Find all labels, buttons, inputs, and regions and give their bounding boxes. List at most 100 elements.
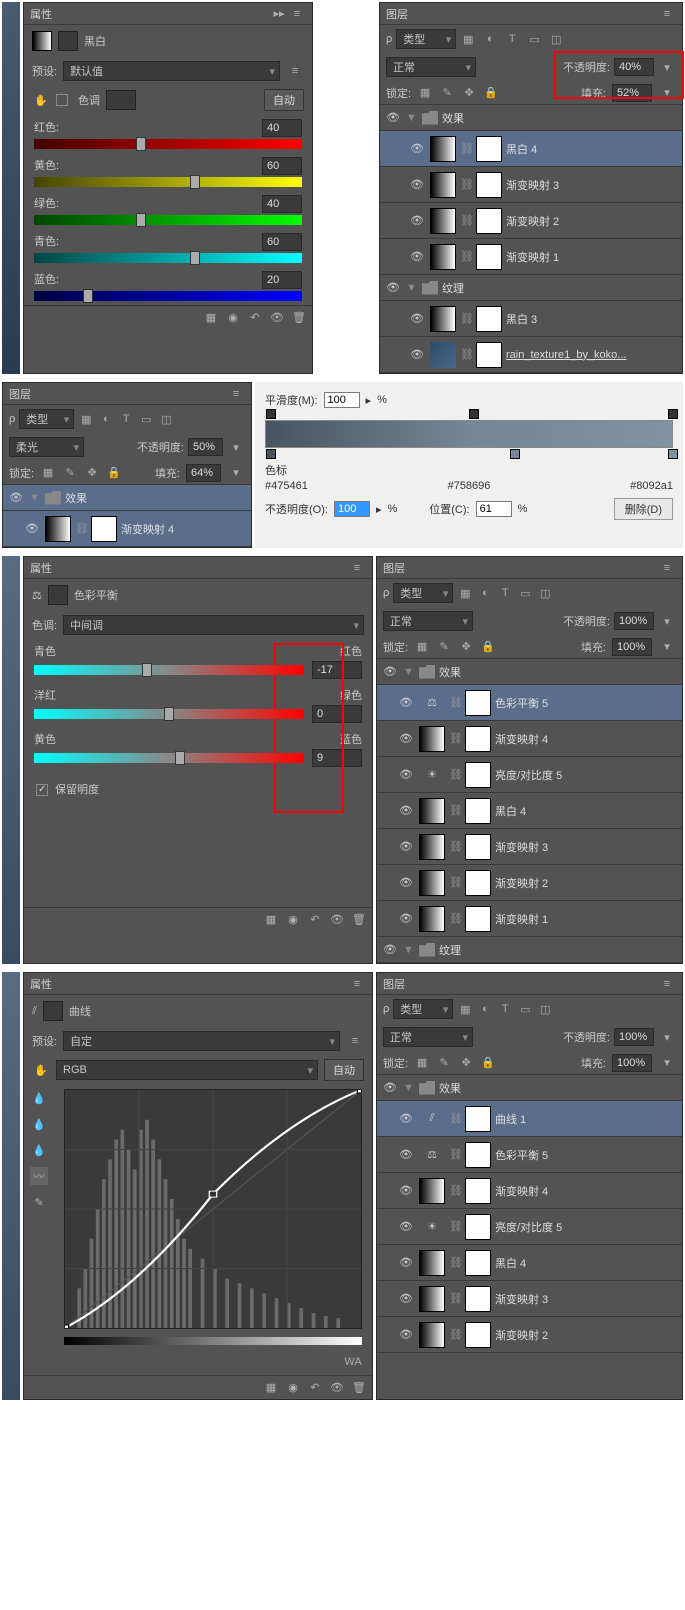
trash-icon[interactable]: 🗑: [290, 309, 308, 327]
layer-name[interactable]: 渐变映射 4: [495, 1183, 678, 1199]
color-stop[interactable]: [668, 449, 678, 459]
color-slider[interactable]: [34, 177, 302, 187]
link-icon[interactable]: ⛓: [449, 1112, 461, 1125]
group-name[interactable]: 效果: [65, 490, 247, 506]
mask-thumb[interactable]: [465, 762, 491, 788]
arrow-icon[interactable]: ▾: [227, 438, 245, 456]
visibility-icon[interactable]: 👁: [381, 943, 399, 956]
expand-icon[interactable]: ▼: [29, 492, 41, 504]
adj-thumb[interactable]: [419, 870, 445, 896]
link-icon[interactable]: ⛓: [449, 1220, 461, 1233]
blend-mode-dropdown[interactable]: 正常: [386, 57, 476, 77]
layer-name[interactable]: rain_texture1_by_koko...: [506, 349, 678, 361]
layer-name[interactable]: 渐变映射 1: [506, 249, 678, 265]
adj-thumb[interactable]: [419, 798, 445, 824]
visibility-icon[interactable]: 👁: [408, 250, 426, 263]
layer-name[interactable]: 渐变映射 4: [495, 731, 678, 747]
shape-filter-icon[interactable]: ▭: [517, 1001, 533, 1017]
mask-thumb[interactable]: [465, 1142, 491, 1168]
layer-name[interactable]: 渐变映射 2: [495, 1327, 678, 1343]
adj-thumb[interactable]: [419, 726, 445, 752]
auto-button[interactable]: 自动: [264, 89, 304, 111]
fill-input[interactable]: [612, 1054, 652, 1072]
blend-mode-dropdown[interactable]: 柔光: [9, 437, 84, 457]
eye-icon[interactable]: 👁: [328, 1379, 346, 1397]
tint-checkbox[interactable]: [56, 94, 68, 106]
clip-icon[interactable]: ▦: [202, 309, 220, 327]
visibility-icon[interactable]: 👁: [408, 348, 426, 361]
filter-type-dropdown[interactable]: 类型: [396, 29, 456, 49]
mask-thumb[interactable]: [465, 1322, 491, 1348]
link-icon[interactable]: ⛓: [460, 178, 472, 191]
balance-slider[interactable]: [34, 665, 304, 675]
slider-value-input[interactable]: [262, 119, 302, 137]
expand-icon[interactable]: ▼: [403, 944, 415, 956]
link-icon[interactable]: ⛓: [449, 732, 461, 745]
mask-thumb[interactable]: [465, 1214, 491, 1240]
group-name[interactable]: 效果: [439, 664, 678, 680]
adj-filter-icon[interactable]: ◐: [477, 1001, 493, 1017]
expand-icon[interactable]: ▼: [406, 112, 418, 124]
mask-thumb[interactable]: [465, 1286, 491, 1312]
lock-paint-icon[interactable]: ✎: [436, 639, 452, 655]
link-icon[interactable]: ⛓: [449, 1292, 461, 1305]
lock-all-icon[interactable]: 🔒: [483, 85, 499, 101]
link-icon[interactable]: ⛓: [449, 696, 461, 709]
slider-handle[interactable]: [142, 663, 152, 677]
eye-icon[interactable]: 👁: [328, 911, 346, 929]
mask-thumb[interactable]: [465, 834, 491, 860]
image-thumb[interactable]: [430, 342, 456, 368]
adj-thumb[interactable]: [430, 306, 456, 332]
slider-handle[interactable]: [136, 213, 146, 227]
menu-icon[interactable]: ≡: [658, 975, 676, 993]
pixel-filter-icon[interactable]: ▦: [457, 585, 473, 601]
curve-graph[interactable]: [64, 1089, 362, 1329]
view-icon[interactable]: ◉: [284, 911, 302, 929]
link-icon[interactable]: ⛓: [75, 522, 87, 535]
visibility-icon[interactable]: 👁: [408, 312, 426, 325]
lock-all-icon[interactable]: 🔒: [106, 465, 122, 481]
trash-icon[interactable]: 🗑: [350, 911, 368, 929]
preset-menu-icon[interactable]: ≡: [286, 62, 304, 80]
curve-tool-icon[interactable]: 〰: [30, 1167, 48, 1185]
mask-thumb[interactable]: [476, 172, 502, 198]
visibility-icon[interactable]: 👁: [381, 665, 399, 678]
layer-name[interactable]: 亮度/对比度 5: [495, 767, 678, 783]
type-filter-icon[interactable]: T: [497, 585, 513, 601]
link-icon[interactable]: ⛓: [460, 312, 472, 325]
lock-paint-icon[interactable]: ✎: [439, 85, 455, 101]
visibility-icon[interactable]: 👁: [397, 1220, 415, 1233]
layer-name[interactable]: 黑白 4: [495, 1255, 678, 1271]
menu-icon[interactable]: ≡: [288, 5, 306, 23]
visibility-icon[interactable]: 👁: [397, 1148, 415, 1161]
blend-mode-dropdown[interactable]: 正常: [383, 611, 473, 631]
adj-thumb[interactable]: [430, 208, 456, 234]
visibility-icon[interactable]: 👁: [397, 1256, 415, 1269]
layer-name[interactable]: 黑白 3: [506, 311, 678, 327]
clip-icon[interactable]: ▦: [262, 1379, 280, 1397]
link-icon[interactable]: ⛓: [449, 804, 461, 817]
tone-dropdown[interactable]: 中间调: [63, 615, 364, 635]
color-slider[interactable]: [34, 215, 302, 225]
visibility-icon[interactable]: 👁: [397, 804, 415, 817]
lock-paint-icon[interactable]: ✎: [62, 465, 78, 481]
mask-thumb[interactable]: [465, 1178, 491, 1204]
mask-thumb[interactable]: [465, 906, 491, 932]
visibility-icon[interactable]: 👁: [397, 696, 415, 709]
layer-name[interactable]: 色彩平衡 5: [495, 695, 678, 711]
balance-slider[interactable]: [34, 709, 304, 719]
layer-name[interactable]: 渐变映射 3: [495, 1291, 678, 1307]
smooth-arrow-icon[interactable]: ▸: [366, 394, 372, 407]
visibility-icon[interactable]: 👁: [408, 142, 426, 155]
adj-thumb[interactable]: [419, 1178, 445, 1204]
mask-thumb[interactable]: [465, 690, 491, 716]
adj-thumb[interactable]: [430, 244, 456, 270]
slider-value-input[interactable]: [262, 157, 302, 175]
color-stop[interactable]: [510, 449, 520, 459]
layer-name[interactable]: 渐变映射 3: [506, 177, 678, 193]
layer-name[interactable]: 渐变映射 2: [506, 213, 678, 229]
lock-trans-icon[interactable]: ▦: [40, 465, 56, 481]
visibility-icon[interactable]: 👁: [7, 491, 25, 504]
mask-thumb[interactable]: [476, 244, 502, 270]
slider-value-input[interactable]: [262, 195, 302, 213]
